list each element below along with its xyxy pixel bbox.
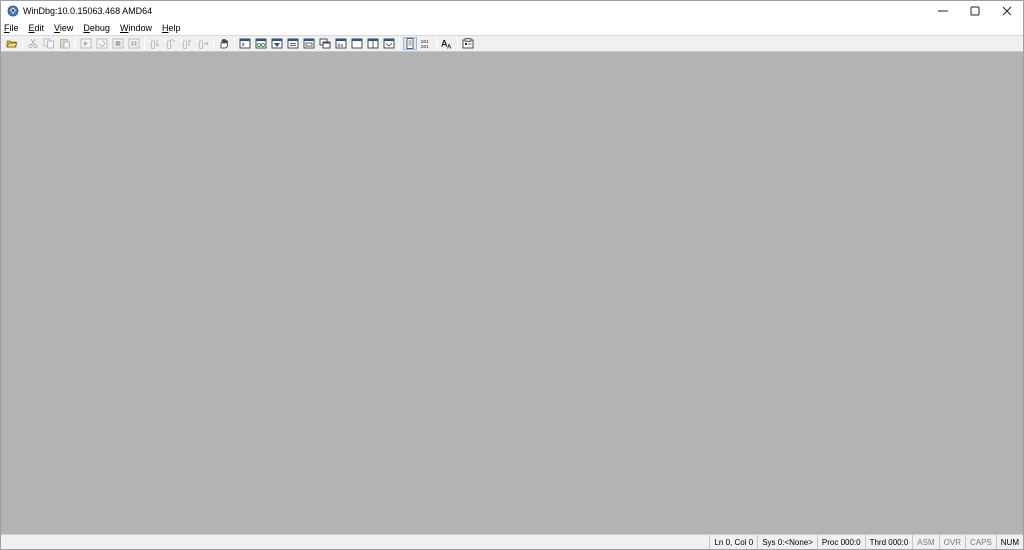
source-mode-icon <box>406 38 414 49</box>
break-button[interactable] <box>127 37 141 50</box>
close-icon <box>1002 6 1012 16</box>
font-icon: AA <box>441 39 452 50</box>
copy-button[interactable] <box>42 37 56 50</box>
memory-window-icon <box>303 38 315 49</box>
break-icon <box>128 38 140 49</box>
hex-mode-icon: 101101 <box>421 39 430 49</box>
toolbar-separator <box>457 37 458 50</box>
step-into-icon: {} <box>150 39 160 49</box>
disassembly-window-button[interactable]: 0x <box>334 37 348 50</box>
maximize-icon <box>970 6 980 16</box>
step-into-button[interactable]: {} <box>148 37 162 50</box>
svg-text:A: A <box>447 45 452 50</box>
go-icon <box>80 38 92 49</box>
cut-icon <box>28 38 38 49</box>
status-process: Proc 000:0 <box>816 535 865 549</box>
registers-window-icon <box>287 38 299 49</box>
stop-debugging-button[interactable] <box>111 37 125 50</box>
cut-button[interactable] <box>26 37 40 50</box>
breakpoint-button[interactable] <box>217 37 231 50</box>
open-icon <box>6 40 18 48</box>
watch-window-button[interactable] <box>254 37 268 50</box>
options-button[interactable] <box>461 37 475 50</box>
status-ovr: OVR <box>938 535 965 549</box>
window-title: WinDbg:10.0.15063.468 AMD64 <box>23 6 153 16</box>
scratch-pad-icon <box>351 38 363 49</box>
run-to-cursor-button[interactable]: {} <box>196 37 210 50</box>
step-over-icon: {} <box>166 39 176 49</box>
windbg-app-icon[interactable] <box>7 5 19 17</box>
status-bar: Ln 0, Col 0 Sys 0:<None> Proc 000:0 Thrd… <box>1 534 1023 549</box>
status-num: NUM <box>995 535 1023 549</box>
breakpoint-hand-icon <box>220 39 228 49</box>
menu-file[interactable]: File <box>4 23 19 33</box>
disassembly-window-icon: 0x <box>335 38 347 49</box>
svg-text:101: 101 <box>421 39 430 45</box>
restart-button[interactable] <box>95 37 109 50</box>
windbg-window: WinDbg:10.0.15063.468 AMD64 File Edit Vi… <box>0 0 1024 550</box>
menu-view[interactable]: View <box>54 23 73 33</box>
svg-text:{}: {} <box>198 39 204 49</box>
svg-text:{}: {} <box>182 39 188 49</box>
memory-window-button[interactable] <box>302 37 316 50</box>
maximize-button[interactable] <box>959 1 991 21</box>
toolbar-separator <box>399 37 400 50</box>
scratch-pad-button[interactable] <box>350 37 364 50</box>
status-line-col: Ln 0, Col 0 <box>709 535 757 549</box>
paste-icon <box>60 39 70 49</box>
stop-icon <box>112 38 124 49</box>
options-icon <box>462 38 474 49</box>
processes-threads-icon <box>367 38 379 49</box>
source-window-button[interactable] <box>382 37 396 50</box>
call-stack-button[interactable] <box>318 37 332 50</box>
copy-icon <box>43 38 54 49</box>
toolbar-separator <box>213 37 214 50</box>
step-out-button[interactable]: {} <box>180 37 194 50</box>
svg-text:{}: {} <box>150 39 156 49</box>
svg-text:101: 101 <box>421 44 430 49</box>
step-out-icon: {} <box>182 39 192 49</box>
registers-window-button[interactable] <box>286 37 300 50</box>
toolbar: {} {} {} {} 0x 101 101 A A <box>1 35 1023 52</box>
source-window-icon <box>383 38 395 49</box>
command-window-icon <box>239 38 251 49</box>
title-bar[interactable]: WinDbg:10.0.15063.468 AMD64 <box>1 1 1023 21</box>
hex-mode-button[interactable]: 101 101 <box>419 37 433 50</box>
menu-window[interactable]: Window <box>120 23 152 33</box>
menu-help[interactable]: Help <box>162 23 181 33</box>
run-to-cursor-icon: {} <box>198 39 209 49</box>
mdi-workspace[interactable] <box>1 52 1023 534</box>
menu-edit[interactable]: Edit <box>29 23 45 33</box>
status-asm: ASM <box>912 535 938 549</box>
status-system: Sys 0:<None> <box>757 535 817 549</box>
status-thread: Thrd 000:0 <box>864 535 913 549</box>
source-mode-button[interactable] <box>403 37 417 50</box>
toolbar-separator <box>234 37 235 50</box>
window-controls <box>927 1 1023 21</box>
open-button[interactable] <box>5 37 19 50</box>
toolbar-separator <box>75 37 76 50</box>
minimize-icon <box>938 10 948 12</box>
locals-window-icon <box>271 38 283 49</box>
locals-window-button[interactable] <box>270 37 284 50</box>
font-button[interactable]: AA <box>440 37 454 50</box>
step-over-button[interactable]: {} <box>164 37 178 50</box>
paste-button[interactable] <box>58 37 72 50</box>
watch-window-icon <box>255 38 267 49</box>
command-window-button[interactable] <box>238 37 252 50</box>
toolbar-separator <box>436 37 437 50</box>
toolbar-separator <box>22 37 23 50</box>
processes-threads-button[interactable] <box>366 37 380 50</box>
menu-bar: File Edit View Debug Window Help <box>1 21 1023 35</box>
toolbar-separator <box>144 37 145 50</box>
close-button[interactable] <box>991 1 1023 21</box>
call-stack-icon <box>319 38 331 49</box>
menu-debug[interactable]: Debug <box>83 23 110 33</box>
restart-icon <box>96 38 108 49</box>
minimize-button[interactable] <box>927 1 959 21</box>
go-button[interactable] <box>79 37 93 50</box>
status-caps: CAPS <box>964 535 996 549</box>
svg-text:0x: 0x <box>338 43 344 49</box>
